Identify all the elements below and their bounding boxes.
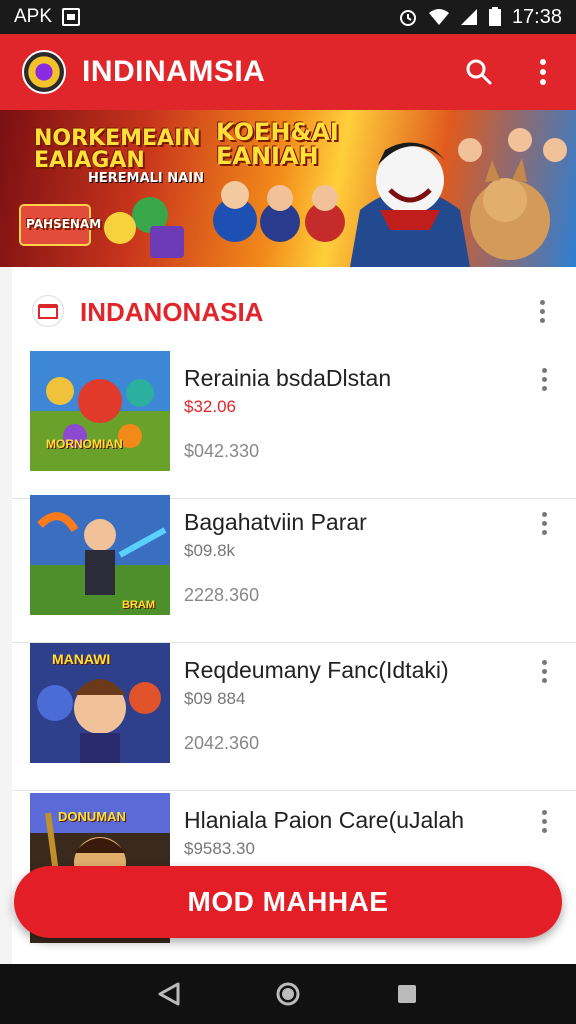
item-price: $09 884 <box>184 689 246 708</box>
banner-center-title: KOEH&AI EANIAH <box>216 118 339 170</box>
main-content: INDANONASIA MORNOMIAN Rerainia bsdaDlsta… <box>0 267 576 964</box>
item-price: $9583.30 <box>184 839 255 858</box>
app-title: INDINAMSIA <box>82 55 266 88</box>
item-title: Reqdeumany Fanc(Idtaki) <box>184 657 449 683</box>
overflow-menu-button[interactable] <box>528 57 558 87</box>
product-list-card: INDANONASIA MORNOMIAN Rerainia bsdaDlsta… <box>12 267 576 964</box>
thumbnail-label: MANAWI <box>52 651 111 667</box>
app-logo[interactable] <box>22 50 66 94</box>
item-price: $09.8k <box>184 541 236 560</box>
back-icon[interactable] <box>158 982 180 1006</box>
item-more-button[interactable] <box>534 365 554 393</box>
item-title: Hlaniala Paion Care(uJalah <box>184 807 464 833</box>
banner-left-badge: PAHSENAM <box>26 217 102 231</box>
section-more-button[interactable] <box>532 297 552 325</box>
banner-left-title: NORKEMEAIN EAIAGAN <box>34 126 201 173</box>
promo-banner[interactable]: NORKEMEAIN EAIAGAN HEREMALI NAIN PAHSENA… <box>0 110 576 267</box>
thumbnail-label: MORNOMIAN <box>46 437 123 451</box>
more-vert-icon <box>540 59 546 85</box>
thumbnail-label: BRAM <box>122 599 155 611</box>
thumbnail-label: DONUMAN <box>58 809 126 824</box>
store-icon <box>32 295 64 327</box>
item-subtext: 2042.360 <box>184 733 260 753</box>
item-title: Rerainia bsdaDlstan <box>184 365 392 391</box>
alarm-icon <box>399 10 416 26</box>
item-thumbnail: MANAWI <box>30 643 170 763</box>
mod-button[interactable]: MOD MAHHAE <box>14 866 562 938</box>
list-item[interactable]: MANAWI Reqdeumany Fanc(Idtaki) $09 884 2… <box>12 643 576 791</box>
list-item[interactable]: BRAM Bagahatviin Parar $09.8k 2228.360 <box>12 495 576 643</box>
item-thumbnail: BRAM <box>30 495 170 615</box>
list-item[interactable]: MORNOMIAN Rerainia bsdaDlstan $32.06 $04… <box>12 351 576 499</box>
recents-icon[interactable] <box>396 983 418 1005</box>
search-icon <box>466 59 492 85</box>
app-bar: INDINAMSIA <box>0 34 576 110</box>
home-icon[interactable] <box>275 981 301 1007</box>
status-bar: APK 17:38 <box>0 0 576 34</box>
status-time: 17:38 <box>511 5 562 28</box>
system-nav-bar <box>0 964 576 1024</box>
banner-left-subtitle: HEREMALI NAIN <box>88 171 204 186</box>
section-header: INDANONASIA <box>12 291 576 331</box>
item-title: Bagahatviin Parar <box>184 509 367 535</box>
item-thumbnail: MORNOMIAN <box>30 351 170 471</box>
item-price: $32.06 <box>184 397 236 416</box>
wifi-icon <box>428 9 449 25</box>
signal-icon <box>460 9 477 25</box>
item-more-button[interactable] <box>534 807 554 835</box>
item-subtext: $042.330 <box>184 441 260 461</box>
item-more-button[interactable] <box>534 657 554 685</box>
item-subtext: 2228.360 <box>184 585 260 605</box>
notification-icon <box>62 8 81 26</box>
section-title: INDANONASIA <box>80 297 264 327</box>
battery-icon <box>488 7 501 26</box>
search-button[interactable] <box>464 57 494 87</box>
item-more-button[interactable] <box>534 509 554 537</box>
status-left-text: APK <box>14 6 53 27</box>
